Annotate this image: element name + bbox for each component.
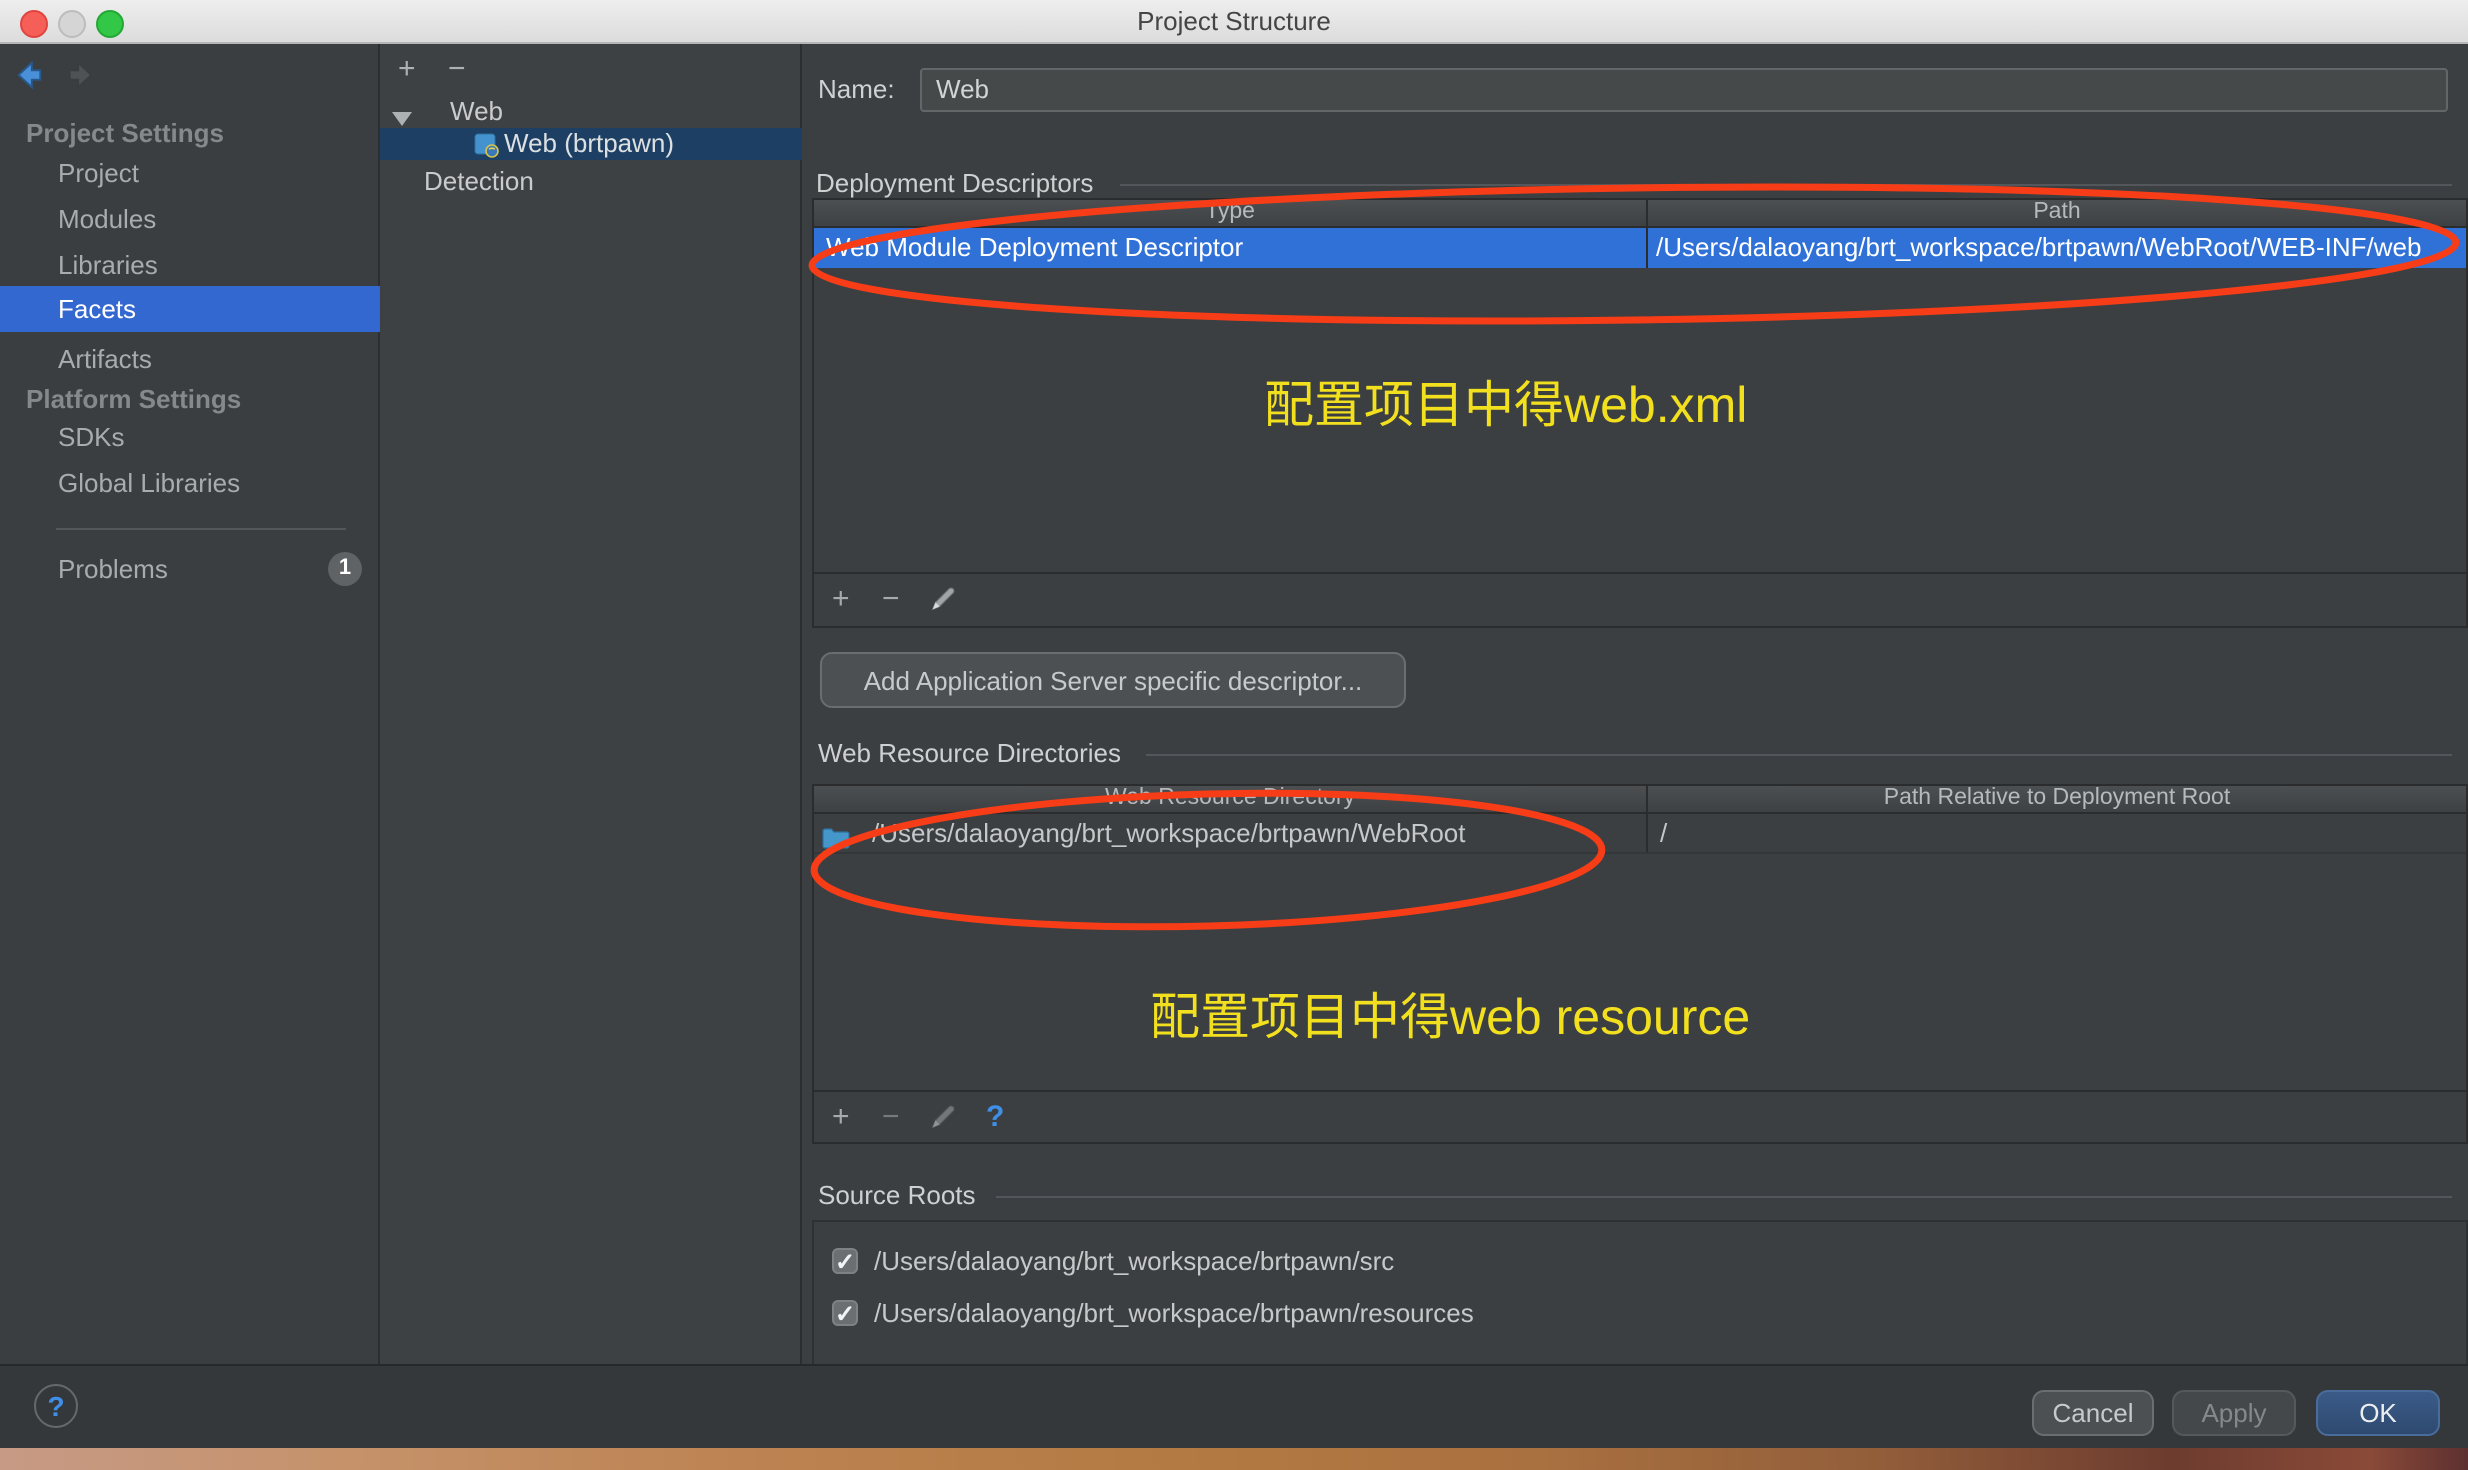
source-root-row: ✓ /Users/dalaoyang/brt_workspace/brtpawn…	[832, 1246, 1394, 1276]
tree-node-label: Web (brtpawn)	[504, 128, 674, 160]
remove-icon[interactable]: −	[882, 1092, 900, 1144]
tree-node-detection[interactable]: Detection	[424, 166, 534, 198]
web-resource-directories-title: Web Resource Directories	[818, 738, 1121, 768]
table-row-selected[interactable]: Web Module Deployment Descriptor /Users/…	[814, 228, 2466, 268]
edit-pencil-icon[interactable]	[928, 1102, 958, 1142]
source-root-path: /Users/dalaoyang/brt_workspace/brtpawn/r…	[874, 1298, 1474, 1328]
sidebar-divider	[56, 528, 346, 530]
web-facet-icon	[474, 132, 500, 166]
table-empty-area	[814, 854, 2466, 1090]
table-toolbar: + − ?	[814, 1090, 2466, 1142]
remove-facet-icon[interactable]: −	[448, 56, 466, 84]
name-input[interactable]: Web	[920, 68, 2448, 112]
add-app-server-descriptor-button[interactable]: Add Application Server specific descript…	[820, 652, 1406, 708]
titlebar: Project Structure	[0, 0, 2468, 44]
sidebar-item-modules[interactable]: Modules	[0, 196, 380, 242]
tree-node-web-brtpawn[interactable]: Web (brtpawn)	[380, 128, 802, 160]
edit-pencil-icon[interactable]	[928, 584, 958, 624]
cell-descriptor-path: /Users/dalaoyang/brt_workspace/brtpawn/W…	[1646, 228, 2466, 268]
source-root-row: ✓ /Users/dalaoyang/brt_workspace/brtpawn…	[832, 1298, 1474, 1328]
window-title: Project Structure	[0, 0, 2468, 44]
source-roots-panel: ✓ /Users/dalaoyang/brt_workspace/brtpawn…	[812, 1220, 2468, 1364]
sidebar-item-problems[interactable]: Problems	[0, 546, 380, 592]
source-root-path: /Users/dalaoyang/brt_workspace/brtpawn/s…	[874, 1246, 1394, 1276]
source-roots-title: Source Roots	[818, 1180, 976, 1210]
cell-descriptor-type: Web Module Deployment Descriptor	[814, 228, 1646, 268]
sidebar-item-project[interactable]: Project	[0, 150, 380, 196]
table-header-row: Type Path	[814, 200, 2466, 228]
column-header-type[interactable]: Type	[814, 200, 1646, 226]
cancel-button[interactable]: Cancel	[2032, 1390, 2154, 1436]
tree-node-web[interactable]: Web	[450, 96, 503, 128]
section-rule	[996, 1196, 2452, 1198]
facets-tree-panel: + − Web Web (brtpawn) Detection	[380, 44, 802, 1364]
annotation-webresource: 配置项目中得web resource	[1150, 978, 1750, 1050]
apply-button[interactable]: Apply	[2172, 1390, 2296, 1436]
table-row[interactable]: /Users/dalaoyang/brt_workspace/brtpawn/W…	[814, 814, 2466, 854]
help-icon[interactable]: ?	[986, 1092, 1004, 1144]
checkbox-checked-icon[interactable]: ✓	[832, 1300, 858, 1326]
sidebar-item-libraries[interactable]: Libraries	[0, 242, 380, 288]
web-folder-icon	[822, 822, 850, 852]
section-rule	[1120, 184, 2452, 186]
forward-arrow-icon[interactable]	[66, 60, 96, 90]
project-structure-dialog: Project Structure Project Settings Proje…	[0, 0, 2468, 1470]
settings-sidebar: Project Settings Project Modules Librari…	[0, 44, 380, 1364]
dialog-footer: ? Cancel Apply OK	[0, 1364, 2468, 1448]
table-toolbar: + −	[814, 572, 2466, 624]
annotation-webxml: 配置项目中得web.xml	[1264, 366, 1747, 438]
add-icon[interactable]: +	[832, 1092, 850, 1144]
sidebar-item-global-libraries[interactable]: Global Libraries	[0, 460, 380, 506]
web-resource-directories-table: Web Resource Directory Path Relative to …	[812, 784, 2468, 1144]
sidebar-item-facets[interactable]: Facets	[0, 286, 380, 332]
cell-text: /Users/dalaoyang/brt_workspace/brtpawn/W…	[822, 818, 1466, 848]
remove-icon[interactable]: −	[882, 574, 900, 626]
facet-editor-panel: Name: Web Deployment Descriptors Type Pa…	[802, 44, 2468, 1364]
sidebar-item-sdks[interactable]: SDKs	[0, 414, 380, 460]
back-arrow-icon[interactable]	[14, 60, 44, 90]
add-facet-icon[interactable]: +	[398, 56, 416, 84]
checkbox-checked-icon[interactable]: ✓	[832, 1248, 858, 1274]
column-header-path[interactable]: Path	[1646, 200, 2466, 226]
cell-web-resource-directory: /Users/dalaoyang/brt_workspace/brtpawn/W…	[814, 814, 1646, 852]
deployment-descriptors-title: Deployment Descriptors	[816, 168, 1093, 198]
desktop-background-sliver	[0, 1448, 2468, 1470]
column-header-web-resource-directory[interactable]: Web Resource Directory	[814, 786, 1646, 812]
ok-button[interactable]: OK	[2316, 1390, 2440, 1436]
cell-relative-path: /	[1646, 814, 2466, 852]
add-icon[interactable]: +	[832, 574, 850, 626]
name-label: Name:	[818, 74, 895, 104]
section-rule	[1146, 754, 2452, 756]
problems-count-badge: 1	[328, 552, 362, 586]
column-header-path-relative[interactable]: Path Relative to Deployment Root	[1646, 786, 2466, 812]
table-header-row: Web Resource Directory Path Relative to …	[814, 786, 2466, 814]
help-button[interactable]: ?	[34, 1384, 78, 1428]
